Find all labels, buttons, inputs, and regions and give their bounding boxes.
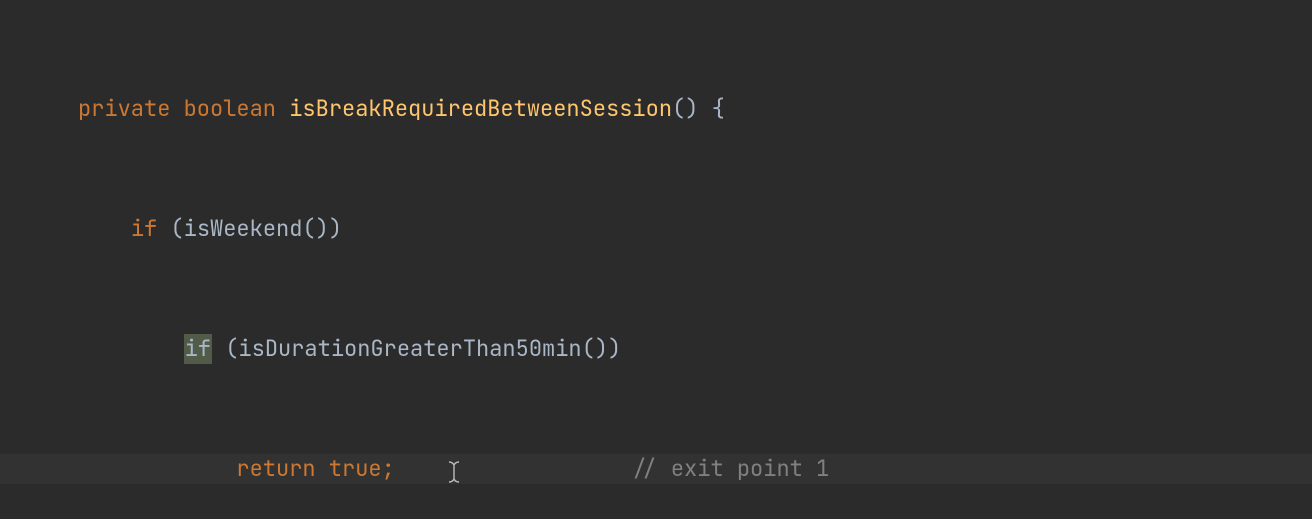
comment: // exit point 1 — [631, 454, 829, 484]
space — [460, 454, 632, 484]
space — [276, 94, 289, 124]
text-cursor-icon — [448, 461, 460, 483]
code-text: () { — [672, 94, 725, 124]
indent — [78, 334, 184, 364]
literal-true: true — [316, 454, 382, 484]
keyword-boolean: boolean — [184, 94, 276, 124]
code-line[interactable]: if (isDurationGreaterThan50min()) — [0, 334, 1312, 364]
keyword-return: return — [236, 454, 315, 484]
method-name: isBreakRequiredBetweenSession — [289, 94, 672, 124]
semicolon: ; — [382, 454, 395, 484]
space — [170, 94, 183, 124]
keyword-private: private — [78, 94, 170, 124]
keyword-if-highlighted: if — [184, 334, 212, 364]
code-text: (isDurationGreaterThan50min()) — [212, 334, 621, 364]
indent — [78, 214, 131, 244]
code-text: (isWeekend()) — [157, 214, 342, 244]
code-line[interactable]: if (isWeekend()) — [0, 214, 1312, 244]
code-editor[interactable]: private boolean isBreakRequiredBetweenSe… — [0, 0, 1312, 519]
keyword-if: if — [131, 214, 157, 244]
space — [395, 454, 448, 484]
code-line-current[interactable]: return true; // exit point 1 — [0, 454, 1312, 484]
code-line[interactable]: private boolean isBreakRequiredBetweenSe… — [0, 94, 1312, 124]
indent — [78, 454, 236, 484]
